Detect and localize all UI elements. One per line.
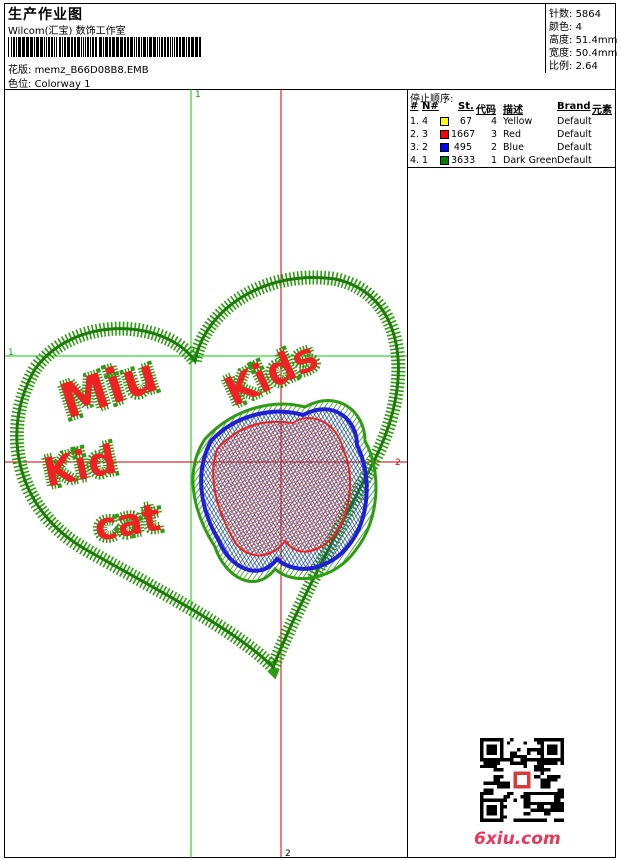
col-header-needle: N# [422, 101, 439, 112]
row-code: 4 [490, 116, 497, 127]
cat-blob [191, 399, 378, 583]
row-needle: 3 [422, 129, 429, 140]
row-description: Yellow [503, 116, 533, 127]
watermark: 6xiu.com [474, 829, 561, 849]
row-stitches: 495 [453, 142, 472, 153]
row-code: 1 [490, 155, 497, 166]
guide-label-h1: 1 [8, 348, 14, 358]
qr-code-icon [480, 738, 564, 822]
row-stitches: 3633 [451, 155, 476, 166]
barcode-icon [8, 37, 201, 57]
col-header-brand: Brand [557, 101, 591, 112]
row-needle: 2 [422, 142, 429, 153]
guide-label-h2: 2 [395, 458, 401, 468]
row-index: 2. [410, 129, 420, 140]
row-brand: Default [557, 116, 592, 127]
color-swatch [440, 130, 449, 139]
row-index: 3. [410, 142, 420, 153]
row-needle: 1 [422, 155, 429, 166]
color-swatch [440, 143, 449, 152]
row-stitches: 1667 [451, 129, 476, 140]
row-brand: Default [557, 142, 592, 153]
colorway-row: 色位: Colorway 1 [8, 75, 90, 90]
embroidery-design: Miu Kids Kid cat 1 1 2 2 [5, 89, 407, 858]
lettering-kid: Kid [36, 433, 124, 500]
table-divider [407, 167, 616, 168]
design-file-row: 花版: memz_B66D08B8.EMB [8, 61, 149, 76]
row-brand: Default [557, 129, 592, 140]
studio-name: Wilcom(汇宝) 数饰工作室 [8, 26, 126, 37]
page-title: 生产作业图 [8, 7, 83, 23]
color-swatch [440, 156, 449, 165]
row-needle: 4 [422, 116, 429, 127]
design-text-kid: Kid [40, 437, 121, 497]
row-brand: Default [557, 155, 592, 166]
row-description: Blue [503, 142, 525, 153]
design-canvas: Miu Kids Kid cat 1 1 2 2 [5, 89, 407, 858]
color-swatch [440, 117, 449, 126]
col-header-desc: 描述 [503, 105, 523, 116]
design-text-miu: Miu [53, 347, 164, 431]
lettering-cat: cat [87, 492, 167, 554]
stat-scale: 比例: 2.64 [549, 61, 598, 72]
row-index: 1. [410, 116, 420, 127]
row-code: 2 [490, 142, 497, 153]
row-stitches: 67 [459, 116, 472, 127]
design-text-cat: cat [91, 495, 164, 550]
guide-label-v1: 1 [195, 90, 201, 100]
row-description: Dark Green [503, 155, 558, 166]
col-header-code: 代码 [476, 105, 496, 116]
row-index: 4. [410, 155, 420, 166]
col-header-stitches: St. [458, 101, 474, 112]
guide-label-v2: 2 [285, 849, 291, 858]
lettering-miu: Miu [50, 343, 168, 434]
row-description: Red [503, 129, 522, 140]
col-header-element: 元素 [592, 105, 612, 116]
col-header-index: # [410, 101, 419, 112]
row-code: 3 [490, 129, 497, 140]
